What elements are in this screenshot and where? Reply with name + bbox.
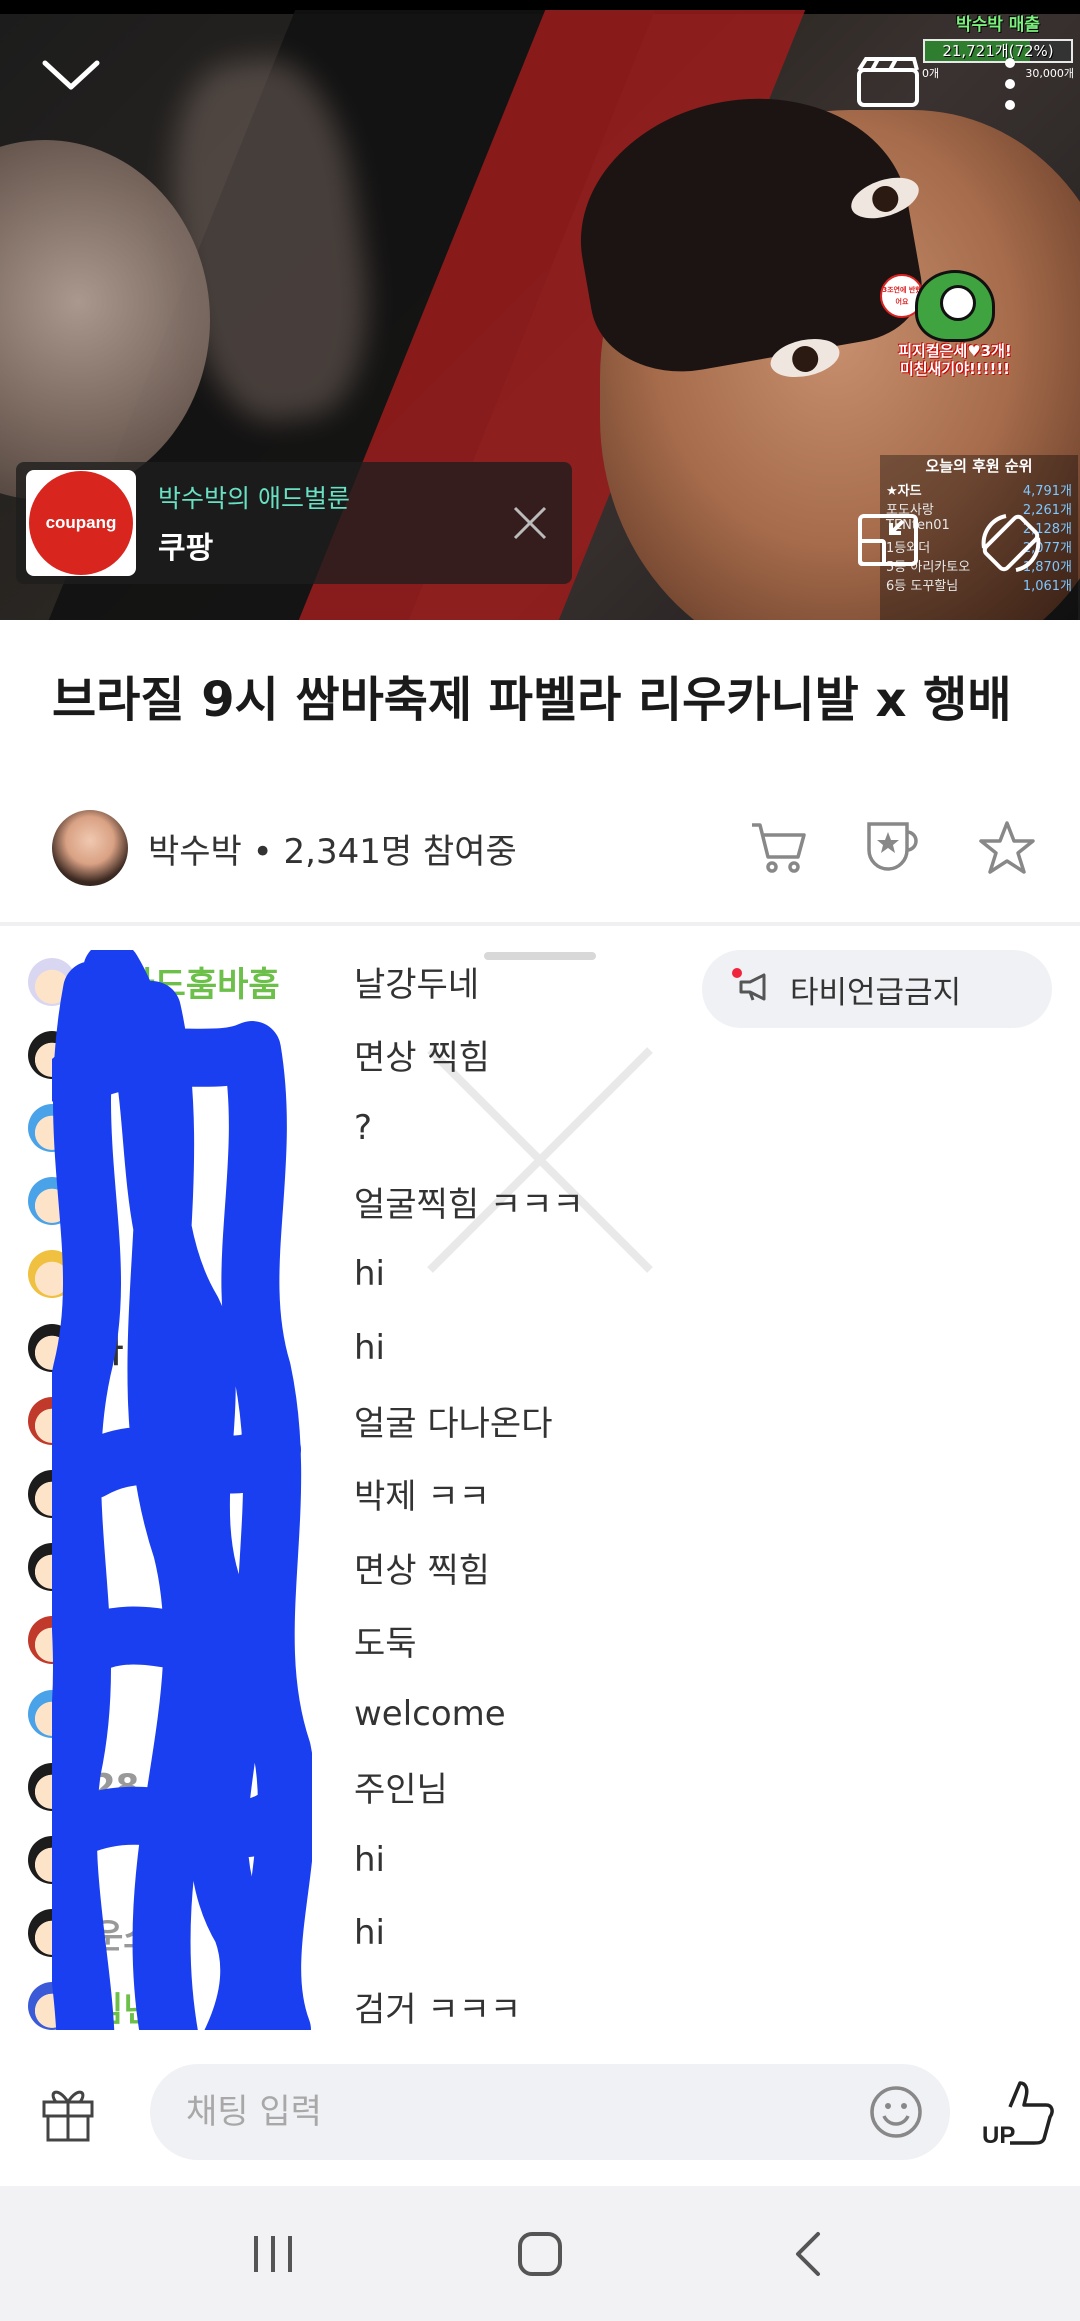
chat-message-text: 검거 ㅋㅋㅋ [354, 1989, 522, 2030]
chat-user-avatar[interactable] [28, 1469, 76, 1518]
chat-message-row[interactable]: 가 hi [28, 1311, 1068, 1384]
chat-user-avatar[interactable] [28, 1396, 76, 1445]
chat-message-row[interactable]: 28 주인님 [28, 1750, 1068, 1823]
chat-message-text: hi [354, 1913, 385, 1954]
chat-message-row[interactable]: 박제 ㅋㅋ [28, 1457, 1068, 1530]
chat-input[interactable] [150, 2064, 950, 2160]
chat-message-text: 주인님 [354, 1770, 448, 1811]
chat-user-avatar[interactable] [28, 1177, 76, 1226]
chat-message-row[interactable]: 제라드훔바훔 날강두네 [28, 945, 1068, 1018]
up-label: UP [982, 2122, 1015, 2147]
app-root: { "video": { "overlay": { "sales_title":… [0, 0, 1080, 2321]
chat-username[interactable]: 지성! [92, 1030, 354, 1079]
chat-user-avatar[interactable] [28, 1543, 76, 1592]
ranking-name: ★자드 [886, 484, 922, 499]
chat-message-text: welcome [354, 1693, 506, 1734]
chat-message-row[interactable]: hi [28, 1823, 1068, 1896]
rotate-screen-icon[interactable] [976, 508, 1046, 578]
chat-message-text: 박제 ㅋㅋ [354, 1477, 490, 1518]
donation-sticker: 3조연에 반했어요 피지컬은세♥3개! 미친새기야!!!!!! [880, 270, 1030, 400]
sales-title: 박수박 매출 [955, 15, 1041, 35]
chat-message-text: hi [354, 1327, 385, 1368]
chat-message-row[interactable]: 얼굴찍힘 ㅋㅋㅋ [28, 1165, 1068, 1238]
ranking-count: 4,791개 [1022, 484, 1072, 499]
picture-in-picture-icon[interactable] [856, 512, 920, 568]
system-navbar [0, 2186, 1080, 2321]
clapperboard-icon[interactable] [856, 56, 920, 108]
chat-input-bar: UP [0, 2030, 1080, 2186]
sticker-caption: 미친새기야!!!!!! [899, 360, 1011, 378]
chat-message-text: 면상 찍힘 [354, 1038, 490, 1079]
broadcast-info: 박수박 • 2,341명 참여중 [52, 808, 1042, 888]
chat-user-avatar[interactable] [28, 1909, 76, 1958]
chat-message-text: 얼굴 다나온다 [354, 1404, 553, 1445]
video-player[interactable]: 박수박 매출 21,721개(72%) 0개 30,000개 3조연에 반했어요… [0, 0, 1080, 620]
chat-message-row[interactable]: ? [28, 1091, 1068, 1164]
chat-username[interactable]: 운소 [92, 1909, 354, 1958]
ranking-title: 오늘의 후원 순위 [925, 457, 1033, 475]
subscribe-cup-icon[interactable] [858, 813, 928, 883]
sticker-caption: 피지컬은세♥3개! [898, 342, 1012, 360]
coupang-logo-text: coupang [33, 475, 129, 571]
chat-message-text: 면상 찍힘 [354, 1550, 490, 1591]
broadcast-actions [744, 813, 1042, 883]
gift-icon[interactable] [36, 2080, 100, 2144]
chat-user-avatar[interactable] [28, 1323, 76, 1372]
chat-user-avatar[interactable] [28, 1250, 76, 1299]
ad-subtitle: 박수박의 애드벌룬 [158, 484, 350, 513]
chat-message-row[interactable]: 0 도둑 [28, 1604, 1068, 1677]
cart-icon[interactable] [744, 813, 814, 883]
home-icon[interactable] [500, 2214, 580, 2294]
chat-username[interactable]: 0 [92, 1620, 354, 1660]
chat-message-row[interactable]: 지성! 면상 찍힘 [28, 1018, 1068, 1091]
more-vertical-icon[interactable] [990, 52, 1030, 116]
chat-message-row[interactable]: 얼굴 다나온다 [28, 1384, 1068, 1457]
chat-message-row[interactable]: hi [28, 1238, 1068, 1311]
section-divider [0, 922, 1080, 926]
chevron-down-icon[interactable] [36, 50, 106, 100]
sales-max: 30,000개 [1025, 67, 1074, 80]
chat-username[interactable]: 빔년 [92, 1982, 354, 2031]
sales-min: 0개 [922, 67, 940, 80]
ranking-name: 6등 도꾸할님 [886, 579, 959, 594]
chat-user-avatar[interactable] [28, 1616, 76, 1665]
up-thumb-icon[interactable]: UP [980, 2074, 1056, 2150]
ad-text: 박수박의 애드벌룬 쿠팡 [158, 479, 500, 567]
recent-apps-icon[interactable] [233, 2214, 313, 2294]
chat-username[interactable]: 가 [92, 1323, 354, 1372]
streamer-info[interactable]: 박수박 • 2,341명 참여중 [148, 824, 517, 873]
chat-message-text: ? [354, 1107, 373, 1148]
chat-user-avatar[interactable] [28, 1030, 76, 1079]
close-icon[interactable] [500, 493, 560, 553]
star-favorite-icon[interactable] [972, 813, 1042, 883]
chat-message-text: 날강두네 [354, 965, 480, 1005]
chat-user-avatar[interactable] [28, 1103, 76, 1152]
chat-message-row[interactable]: welcome [28, 1677, 1068, 1750]
emoji-icon[interactable] [866, 2082, 926, 2142]
chat-user-avatar[interactable] [28, 1762, 76, 1811]
coupang-logo: coupang [26, 470, 136, 576]
ranking-row: ★자드 4,791개 [880, 480, 1078, 499]
chat-message-text: 도둑 [354, 1623, 417, 1664]
chat-username[interactable]: 제라드훔바훔 [92, 957, 354, 1006]
chat-username[interactable]: 28 [92, 1767, 354, 1807]
ad-balloon-banner[interactable]: coupang 박수박의 애드벌룬 쿠팡 [16, 462, 572, 584]
chat-user-avatar[interactable] [28, 957, 76, 1006]
chat-message-row[interactable]: 면상 찍힘 [28, 1531, 1068, 1604]
ad-name: 쿠팡 [158, 531, 214, 566]
chat-message-row[interactable]: 운소 hi [28, 1897, 1068, 1970]
monster-icon [915, 270, 995, 342]
chat-user-avatar[interactable] [28, 1982, 76, 2031]
chat-message-text: hi [354, 1254, 385, 1295]
chat-user-avatar[interactable] [28, 1835, 76, 1884]
back-icon[interactable] [767, 2214, 847, 2294]
chat-message-text: hi [354, 1839, 385, 1880]
broadcast-title: 브라질 9시 쌈바축제 파벨라 리우카니발 x 행배 [52, 672, 1012, 728]
chat-user-avatar[interactable] [28, 1689, 76, 1738]
streamer-avatar[interactable] [52, 810, 128, 886]
chat-message-text: 얼굴찍힘 ㅋㅋㅋ [354, 1184, 584, 1225]
